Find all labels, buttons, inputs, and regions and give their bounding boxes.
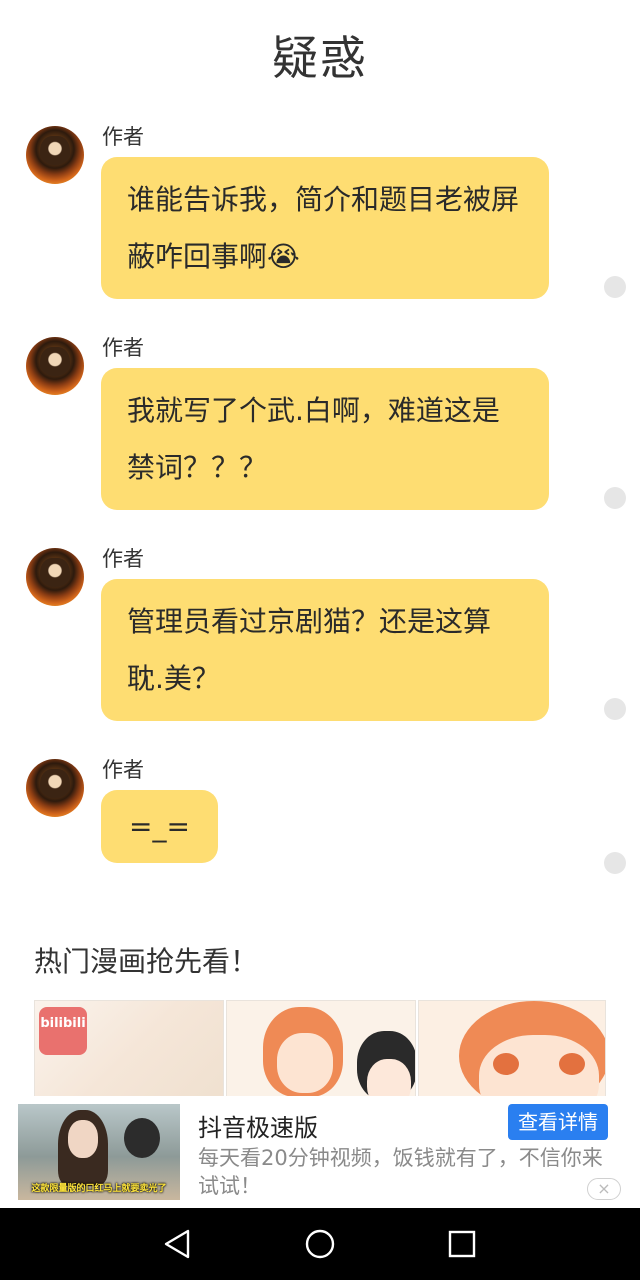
comic-carousel[interactable]: bilibili xyxy=(34,1000,606,1100)
message-bubble[interactable]: 谁能告诉我，简介和题目老被屏蔽咋回事啊😭 xyxy=(101,157,549,299)
author-name: 作者 xyxy=(102,758,144,782)
bilibili-logo-icon: bilibili xyxy=(39,1007,87,1055)
author-name: 作者 xyxy=(102,125,144,149)
page-title: 疑惑 xyxy=(272,31,368,85)
author-name: 作者 xyxy=(102,336,144,360)
ad-banner[interactable]: 这款限量版的口红马上就要卖光了 抖音极速版 查看详情 每天看20分钟视频，饭钱就… xyxy=(0,1096,640,1208)
message-status-dot xyxy=(604,276,626,298)
avatar[interactable] xyxy=(26,126,84,184)
comic-card[interactable]: bilibili xyxy=(34,1000,224,1100)
message-status-dot xyxy=(604,698,626,720)
hot-comics-title: 热门漫画抢先看！ xyxy=(34,945,259,978)
view-details-button[interactable]: 查看详情 xyxy=(508,1104,608,1140)
message-status-dot xyxy=(604,852,626,874)
back-icon[interactable] xyxy=(162,1228,194,1260)
home-icon[interactable] xyxy=(304,1228,336,1260)
message-bubble[interactable]: 我就写了个武.白啊，难道这是禁词？？？ xyxy=(101,368,549,510)
navigation-bar xyxy=(0,1208,640,1280)
message-status-dot xyxy=(604,487,626,509)
close-icon[interactable]: × xyxy=(587,1178,621,1200)
ad-title[interactable]: 抖音极速版 xyxy=(198,1108,318,1143)
comic-card[interactable] xyxy=(418,1000,606,1100)
comic-card[interactable] xyxy=(226,1000,416,1100)
avatar[interactable] xyxy=(26,337,84,395)
avatar[interactable] xyxy=(26,548,84,606)
message-bubble[interactable]: =_= xyxy=(101,790,218,863)
recent-apps-icon[interactable] xyxy=(446,1228,478,1260)
author-name: 作者 xyxy=(102,547,144,571)
ad-description: 每天看20分钟视频，饭钱就有了，不信你来试试！ xyxy=(198,1146,603,1198)
ad-thumbnail[interactable]: 这款限量版的口红马上就要卖光了 xyxy=(18,1104,180,1200)
ad-thumbnail-caption: 这款限量版的口红马上就要卖光了 xyxy=(31,1184,167,1194)
message-bubble[interactable]: 管理员看过京剧猫？还是这算耽.美？ xyxy=(101,579,549,721)
avatar[interactable] xyxy=(26,759,84,817)
